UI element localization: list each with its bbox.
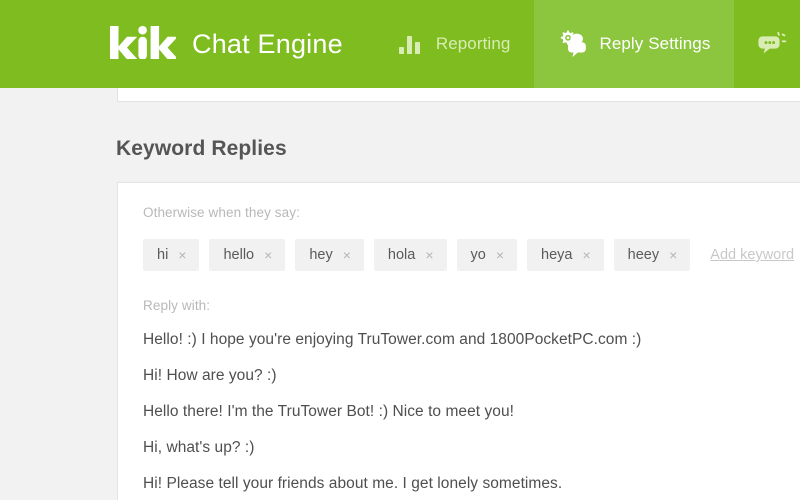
top-navigation-bar: Chat Engine Reporting Reply Settings xyxy=(0,0,800,88)
reply-line[interactable]: Hello there! I'm the TruTower Bot! :) Ni… xyxy=(143,403,800,421)
keyword-chip[interactable]: hola × xyxy=(373,239,447,271)
bar-chart-icon xyxy=(395,29,425,59)
reply-line[interactable]: Hi, what's up? :) xyxy=(143,439,800,457)
nav-tab-reply-settings[interactable]: Reply Settings xyxy=(534,0,735,88)
add-keyword-link[interactable]: Add keyword xyxy=(710,247,794,263)
keyword-chip-list: hi × hello × hey × hola × yo × heya × he… xyxy=(143,239,800,271)
kik-logo-icon xyxy=(108,25,179,64)
nav-tab-list: Reporting Reply Settings xyxy=(371,0,800,88)
gear-speech-bubble-icon xyxy=(558,29,588,59)
brand-area[interactable]: Chat Engine xyxy=(0,0,371,88)
keyword-replies-card: Otherwise when they say: hi × hello × he… xyxy=(117,182,800,500)
keyword-chip-label: heya xyxy=(541,247,573,263)
keyword-chip-label: hello xyxy=(223,247,255,263)
page-title: Keyword Replies xyxy=(116,137,287,160)
keyword-chip[interactable]: hey × xyxy=(295,239,364,271)
nav-tab-label-reply-settings: Reply Settings xyxy=(599,34,711,53)
keyword-chip-label: hola xyxy=(387,247,416,263)
keyword-chip-label: hi xyxy=(157,247,169,263)
reply-line[interactable]: Hello! :) I hope you're enjoying TruTowe… xyxy=(143,331,800,349)
broadcast-bubble-icon xyxy=(758,29,788,59)
keyword-chip-label: yo xyxy=(470,247,486,263)
close-icon[interactable]: × xyxy=(669,248,677,262)
keyword-chip[interactable]: hi × xyxy=(143,239,200,271)
keyword-chip[interactable]: yo × xyxy=(456,239,518,271)
close-icon[interactable]: × xyxy=(582,248,590,262)
reply-with-label: Reply with: xyxy=(143,298,211,313)
nav-tab-broadcast[interactable]: Broadc xyxy=(734,0,800,88)
keywords-label: Otherwise when they say: xyxy=(143,205,300,220)
close-icon[interactable]: × xyxy=(178,248,186,262)
keyword-chip[interactable]: heya × xyxy=(527,239,604,271)
close-icon[interactable]: × xyxy=(496,248,504,262)
nav-tab-label-reporting: Reporting xyxy=(435,34,511,53)
nav-tab-reporting[interactable]: Reporting xyxy=(371,0,535,88)
close-icon[interactable]: × xyxy=(264,248,272,262)
keyword-chip[interactable]: hello × xyxy=(209,239,286,271)
close-icon[interactable]: × xyxy=(425,248,433,262)
reply-line[interactable]: Hi! How are you? :) xyxy=(143,367,800,385)
brand-title: Chat Engine xyxy=(192,28,343,59)
keyword-chip-label: hey xyxy=(309,247,333,263)
reply-line[interactable]: Hi! Please tell your friends about me. I… xyxy=(143,475,800,493)
previous-card-fragment xyxy=(117,88,800,102)
close-icon[interactable]: × xyxy=(343,248,351,262)
keyword-chip[interactable]: heey × xyxy=(613,239,691,271)
keyword-chip-label: heey xyxy=(627,247,660,263)
